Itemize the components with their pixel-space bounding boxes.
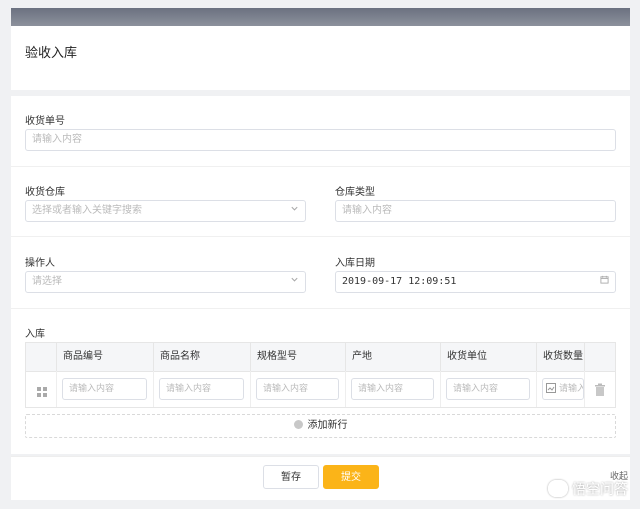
warehouse-type-label: 仓库类型 — [335, 187, 375, 198]
calendar-icon — [600, 272, 609, 292]
drag-handle-icon[interactable] — [36, 383, 48, 397]
divider — [11, 308, 630, 309]
warehouse-type-input[interactable]: 请输入内容 — [335, 200, 616, 222]
add-row-label: 添加新行 — [307, 420, 348, 431]
column-header: 产地 — [345, 343, 440, 371]
warehouse-label: 收货仓库 — [25, 187, 65, 198]
receipt-no-input[interactable]: 请输入内容 — [25, 129, 616, 151]
column-header-actions — [584, 343, 615, 371]
column-line — [536, 371, 537, 407]
date-value: 2019-09-17 12:09:51 — [342, 276, 457, 287]
inbound-table: 商品编号 商品名称 规格型号 产地 收货单位 收货数量 请输入内容 请输入内容 … — [25, 342, 616, 408]
trash-icon[interactable] — [594, 382, 606, 396]
top-bar — [11, 8, 630, 26]
watermark-text: 悟空问答 — [572, 482, 628, 498]
column-line — [56, 371, 57, 407]
column-header: 商品编号 — [56, 343, 153, 371]
operator-placeholder: 请选择 — [32, 276, 62, 287]
column-header: 收货数量 — [536, 343, 584, 371]
page-title: 验收入库 — [25, 46, 78, 61]
receiving-qty-placeholder: 请输入内容 — [559, 384, 583, 394]
add-row-button[interactable]: 添加新行 — [25, 414, 616, 438]
inbound-section-label: 入库 — [25, 329, 45, 340]
column-line — [250, 371, 251, 407]
receiving-unit-input[interactable]: 请输入内容 — [446, 378, 530, 400]
product-name-input[interactable]: 请输入内容 — [159, 378, 244, 400]
chevron-down-icon — [290, 201, 299, 221]
date-picker[interactable]: 2019-09-17 12:09:51 — [335, 271, 616, 293]
warehouse-placeholder: 选择或者输入关键字搜索 — [32, 205, 142, 216]
plus-circle-icon — [293, 420, 303, 429]
receipt-no-label: 收货单号 — [25, 116, 65, 127]
submit-button[interactable]: 提交 — [323, 465, 379, 489]
form-panel: 收货单号 请输入内容 收货仓库 选择或者输入关键字搜索 仓库类型 请输入内容 操… — [11, 96, 630, 454]
warehouse-select[interactable]: 选择或者输入关键字搜索 — [25, 200, 306, 222]
operator-label: 操作人 — [25, 258, 55, 269]
column-line — [345, 371, 346, 407]
chat-bubble-icon — [548, 480, 568, 497]
column-line — [584, 371, 585, 407]
origin-input[interactable]: 请输入内容 — [351, 378, 434, 400]
divider — [11, 236, 630, 237]
chevron-down-icon — [290, 272, 299, 292]
column-line — [440, 371, 441, 407]
save-draft-button[interactable]: 暂存 — [263, 465, 319, 489]
title-panel: 验收入库 — [11, 26, 630, 90]
column-header: 规格型号 — [250, 343, 345, 371]
image-icon — [546, 381, 556, 399]
column-line — [153, 371, 154, 407]
watermark: 悟空问答 — [548, 479, 628, 499]
column-header: 商品名称 — [153, 343, 250, 371]
column-header: 收货单位 — [440, 343, 536, 371]
product-code-input[interactable]: 请输入内容 — [62, 378, 147, 400]
spec-model-input[interactable]: 请输入内容 — [256, 378, 339, 400]
divider — [11, 166, 630, 167]
table-header: 商品编号 商品名称 规格型号 产地 收货单位 收货数量 — [26, 343, 615, 372]
receiving-qty-input[interactable]: 请输入内容 — [542, 378, 584, 400]
operator-select[interactable]: 请选择 — [25, 271, 306, 293]
date-label: 入库日期 — [335, 258, 375, 269]
footer-panel: 暂存 提交 收起 — [11, 456, 630, 500]
